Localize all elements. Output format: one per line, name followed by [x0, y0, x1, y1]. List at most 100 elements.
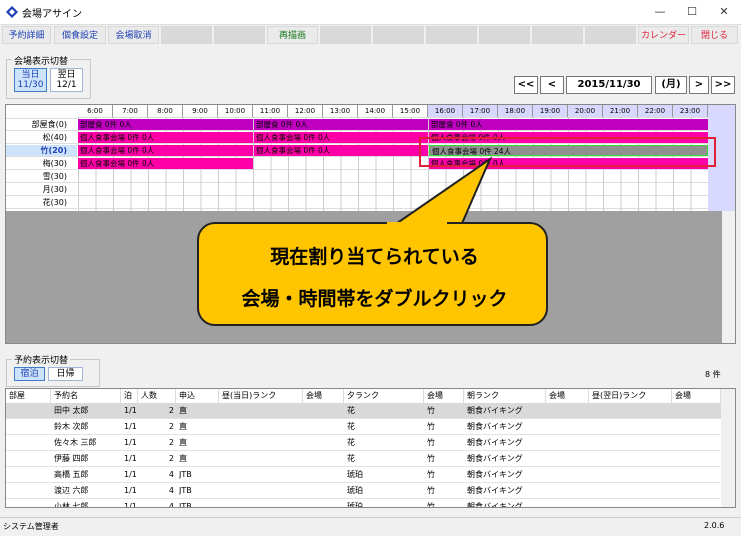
hour-1: 7:00: [113, 105, 148, 117]
cell-lunch-venue: [303, 499, 344, 507]
redraw-button[interactable]: 再描画: [267, 26, 318, 44]
date-field[interactable]: 2015/11/30: [566, 76, 652, 94]
cell-room: [6, 483, 51, 499]
cell-room: [6, 419, 51, 435]
room-row-0[interactable]: 部屋食(0): [6, 119, 77, 131]
tab-today[interactable]: 当日 11/30: [14, 68, 47, 92]
calendar-button[interactable]: カレンダー: [638, 26, 689, 44]
col-nextlunch-venue[interactable]: 会場: [672, 389, 721, 403]
cell-apply: 直: [179, 406, 187, 415]
cancel-venue-button[interactable]: 会場取消: [108, 26, 159, 44]
cell-lunch-venue: [303, 451, 344, 467]
room-row-6[interactable]: 花(30): [6, 197, 77, 209]
cell-stay: 1/1: [124, 470, 137, 479]
table-row[interactable]: 高橋 五郎 1/1 4 JTB 琥珀 竹 朝食バイキング: [6, 467, 721, 483]
next-far-button[interactable]: >>: [711, 76, 735, 94]
cell-lunch-venue: [303, 419, 344, 435]
cell-dinner-venue: 竹: [427, 422, 435, 431]
close-button[interactable]: 閉じる: [691, 26, 738, 44]
table-row[interactable]: 小林 七郎 1/1 4 JTB 琥珀 竹 朝食バイキング: [6, 499, 721, 508]
table-row[interactable]: 佐々木 三郎 1/1 2 直 花 竹 朝食バイキング: [6, 435, 721, 451]
tab-daytrip[interactable]: 日帰: [48, 367, 83, 381]
cell-stay: 1/1: [124, 406, 137, 415]
booking-matsu-2[interactable]: 個人食事会場 0件 0人: [254, 132, 428, 143]
cell-dinner-venue: 竹: [427, 406, 435, 415]
col-lunch-venue[interactable]: 会場: [303, 389, 344, 403]
window-title: 会場アサイン: [22, 9, 82, 20]
cell-num: 2: [168, 454, 174, 463]
cell-name: 高橋 五郎: [54, 470, 89, 479]
col-name[interactable]: 予約名: [51, 389, 121, 403]
col-dinner-venue[interactable]: 会場: [424, 389, 464, 403]
individual-meal-button[interactable]: 個食設定: [54, 26, 106, 44]
cell-lunch-rank: [219, 499, 303, 507]
cell-stay: 1/1: [124, 454, 137, 463]
room-row-3[interactable]: 梅(30): [6, 158, 77, 170]
col-stay[interactable]: 泊: [121, 389, 138, 403]
tab-stay[interactable]: 宿泊: [14, 367, 45, 381]
col-room[interactable]: 部屋: [6, 389, 51, 403]
room-row-2[interactable]: 竹(20): [6, 145, 77, 157]
table-row[interactable]: 鈴木 次郎 1/1 2 直 花 竹 朝食バイキング: [6, 419, 721, 435]
cell-room: [6, 451, 51, 467]
hour-2: 8:00: [148, 105, 183, 117]
hour-4: 10:00: [218, 105, 253, 117]
booking-room-3[interactable]: 部屋食 0件 0人: [429, 119, 708, 130]
booking-matsu-1[interactable]: 個人食事会場 0件 0人: [78, 132, 253, 143]
col-apply[interactable]: 申込: [176, 389, 219, 403]
cell-name: 渡辺 六郎: [54, 486, 89, 495]
cell-lunch-venue: [303, 403, 344, 419]
reservation-count: 8 件: [705, 370, 721, 379]
col-breakfast-venue[interactable]: 会場: [546, 389, 589, 403]
booking-room-1[interactable]: 部屋食 0件 0人: [78, 119, 253, 130]
minimize-button[interactable]: —: [645, 3, 675, 21]
next-button[interactable]: >: [689, 76, 709, 94]
table-row[interactable]: 渡辺 六郎 1/1 4 JTB 琥珀 竹 朝食バイキング: [6, 483, 721, 499]
col-num[interactable]: 人数: [138, 389, 176, 403]
cell-apply: JTB: [179, 470, 192, 479]
hour-7: 13:00: [323, 105, 358, 117]
cell-room: [6, 499, 51, 507]
cell-dinner-rank: 花: [347, 438, 355, 447]
tab-tomorrow[interactable]: 翌日 12/1: [50, 68, 83, 92]
cell-breakfast-rank: 朝食バイキング: [467, 438, 523, 447]
maximize-button[interactable]: ☐: [677, 3, 707, 21]
callout-line-2: 会場・時間帯をダブルクリック: [241, 288, 508, 310]
cell-breakfast-rank: 朝食バイキング: [467, 454, 523, 463]
room-row-1[interactable]: 松(40): [6, 132, 77, 144]
schedule-scrollbar[interactable]: [722, 211, 735, 343]
cell-lunch-rank: [219, 451, 303, 467]
booking-ume-1[interactable]: 個人食事会場 0件 0人: [78, 158, 253, 169]
room-column: 部屋食(0) 松(40) 竹(20) 梅(30) 雪(30) 月(30) 花(3…: [6, 105, 78, 211]
cell-lunch-venue: [303, 467, 344, 483]
close-window-button[interactable]: ✕: [709, 3, 739, 21]
prev-button[interactable]: <: [540, 76, 564, 94]
cell-apply: 直: [179, 454, 187, 463]
cell-breakfast-rank: 朝食バイキング: [467, 502, 523, 508]
cell-dinner-rank: 花: [347, 406, 355, 415]
cell-stay: 1/1: [124, 486, 137, 495]
table-row[interactable]: 田中 太郎 1/1 2 直 花 竹 朝食バイキング: [6, 403, 721, 419]
room-row-5[interactable]: 月(30): [6, 184, 77, 196]
toolbar-empty-8: [585, 26, 636, 44]
cell-dinner-rank: 琥珀: [347, 470, 363, 479]
col-lunch-rank[interactable]: 昼(当日)ランク: [219, 389, 303, 403]
col-nextlunch-rank[interactable]: 昼(翌日)ランク: [589, 389, 672, 403]
booking-take-1[interactable]: 個人食事会場 0件 0人: [78, 145, 253, 156]
weekday-label: (月): [655, 76, 687, 94]
reservation-detail-button[interactable]: 予約詳細: [2, 26, 51, 44]
room-row-4[interactable]: 雪(30): [6, 171, 77, 183]
callout-line-1: 現在割り当てられている: [270, 246, 479, 268]
cell-dinner-venue: 竹: [427, 454, 435, 463]
col-dinner-rank[interactable]: 夕ランク: [344, 389, 424, 403]
prev-far-button[interactable]: <<: [514, 76, 538, 94]
cell-num: 4: [168, 486, 174, 495]
table-scrollbar[interactable]: [721, 389, 735, 507]
col-breakfast-rank[interactable]: 朝ランク: [464, 389, 546, 403]
cell-dinner-venue: 竹: [427, 486, 435, 495]
table-row[interactable]: 伊藤 四郎 1/1 2 直 花 竹 朝食バイキング: [6, 451, 721, 467]
cell-lunch-rank: [219, 435, 303, 451]
booking-room-2[interactable]: 部屋食 0件 0人: [254, 119, 428, 130]
cell-room: [6, 467, 51, 483]
cell-room: [6, 403, 51, 419]
